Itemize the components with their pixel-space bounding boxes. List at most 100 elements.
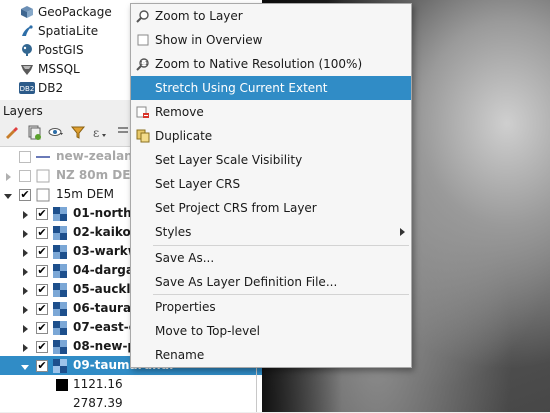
submenu-arrow-icon: [400, 228, 405, 236]
svg-text:1:1: 1:1: [140, 61, 148, 67]
group-icon: [36, 188, 50, 202]
collapse-arrow-icon[interactable]: [3, 190, 13, 200]
layer-checkbox[interactable]: ✔: [19, 189, 31, 201]
layer-label: 15m DEM: [56, 187, 114, 201]
menu-item-show-in-overview[interactable]: Show in Overview: [131, 28, 411, 52]
layer-checkbox[interactable]: ✔: [36, 303, 48, 315]
menu-item-set-project-crs[interactable]: Set Project CRS from Layer: [131, 196, 411, 220]
remove-icon: [136, 105, 150, 119]
db2-icon: DB2: [19, 80, 35, 96]
layer-checkbox[interactable]: ✔: [36, 322, 48, 334]
menu-item-duplicate[interactable]: Duplicate: [131, 124, 411, 148]
menu-item-label: Properties: [155, 300, 216, 314]
browser-item-label: DB2: [38, 81, 64, 95]
legend-value: 1121.16: [73, 377, 123, 391]
menu-item-remove[interactable]: Remove: [131, 100, 411, 124]
layer-label: 05-auckla: [73, 282, 139, 296]
geopackage-icon: [19, 4, 35, 20]
raster-layer-icon: [53, 321, 67, 335]
expand-arrow-icon[interactable]: [20, 342, 30, 352]
collapse-arrow-icon[interactable]: [20, 361, 30, 371]
expand-arrow-icon[interactable]: [20, 228, 30, 238]
menu-item-label: Save As Layer Definition File...: [155, 275, 338, 289]
raster-layer-icon: [53, 283, 67, 297]
layer-checkbox[interactable]: ✔: [36, 360, 48, 372]
browser-item-label: PostGIS: [38, 43, 84, 57]
layer-checkbox[interactable]: [19, 170, 31, 182]
layer-label: 03-warkw: [73, 244, 139, 258]
svg-text:ε: ε: [93, 126, 99, 140]
layers-panel-title: Layers: [3, 104, 43, 118]
menu-item-label: Duplicate: [155, 129, 213, 143]
expand-arrow-icon[interactable]: [20, 323, 30, 333]
raster-layer-icon: [53, 302, 67, 316]
raster-layer-icon: [53, 359, 67, 373]
menu-item-properties[interactable]: Properties: [131, 295, 411, 319]
menu-item-stretch-extent[interactable]: Stretch Using Current Extent: [131, 76, 411, 100]
expand-arrow-icon[interactable]: [20, 304, 30, 314]
expand-arrow-icon[interactable]: [20, 285, 30, 295]
style-manager-icon[interactable]: [4, 124, 20, 140]
layer-checkbox[interactable]: ✔: [36, 208, 48, 220]
expand-arrow-icon[interactable]: [20, 266, 30, 276]
layer-checkbox[interactable]: ✔: [36, 246, 48, 258]
menu-item-styles[interactable]: Styles: [131, 220, 411, 244]
svg-text:DB2: DB2: [20, 85, 35, 93]
menu-item-zoom-to-layer[interactable]: Zoom to Layer: [131, 4, 411, 28]
zoom-native-icon: 1:1: [136, 57, 150, 71]
menu-item-label: Set Layer Scale Visibility: [155, 153, 303, 167]
layer-checkbox[interactable]: ✔: [36, 284, 48, 296]
mssql-icon: [19, 61, 35, 77]
filter-icon[interactable]: [70, 124, 86, 140]
checkbox-icon: [136, 33, 150, 47]
menu-item-scale-visibility[interactable]: Set Layer Scale Visibility: [131, 148, 411, 172]
layer-checkbox[interactable]: ✔: [36, 341, 48, 353]
layer-label: 07-east-c: [73, 320, 136, 334]
legend-value: 2787.39: [73, 396, 123, 410]
menu-item-rename[interactable]: Rename: [131, 343, 411, 367]
expand-arrow-icon[interactable]: [20, 209, 30, 219]
visibility-icon[interactable]: [48, 124, 64, 140]
menu-item-label: Set Layer CRS: [155, 177, 241, 191]
menu-item-set-layer-crs[interactable]: Set Layer CRS: [131, 172, 411, 196]
menu-item-zoom-native[interactable]: 1:1 Zoom to Native Resolution (100%): [131, 52, 411, 76]
browser-item-label: GeoPackage: [38, 5, 112, 19]
menu-item-label: Set Project CRS from Layer: [155, 201, 317, 215]
menu-item-label: Show in Overview: [155, 33, 263, 47]
filter-expression-icon[interactable]: ε: [92, 124, 108, 140]
menu-item-label: Zoom to Layer: [155, 9, 243, 23]
legend-swatch: [56, 379, 68, 391]
raster-layer-icon: [53, 207, 67, 221]
line-layer-icon: [36, 150, 50, 164]
postgis-icon: [19, 42, 35, 58]
raster-layer-icon: [53, 340, 67, 354]
menu-item-label: Stretch Using Current Extent: [155, 81, 328, 95]
spatialite-icon: [19, 23, 35, 39]
legend-item: 2787.39: [0, 394, 262, 413]
browser-item-label: SpatiaLite: [38, 24, 99, 38]
browser-item-label: MSSQL: [38, 62, 80, 76]
layer-checkbox[interactable]: [19, 151, 31, 163]
menu-item-label: Save As...: [155, 251, 215, 265]
layer-label: 08-new-p: [73, 339, 137, 353]
layer-checkbox[interactable]: ✔: [36, 227, 48, 239]
zoom-layer-icon: [136, 9, 150, 23]
menu-item-save-layer-definition[interactable]: Save As Layer Definition File...: [131, 270, 411, 294]
expand-arrow-icon[interactable]: [20, 247, 30, 257]
menu-item-move-top-level[interactable]: Move to Top-level: [131, 319, 411, 343]
add-group-icon[interactable]: [26, 124, 42, 140]
raster-layer-icon: [53, 264, 67, 278]
menu-item-label: Rename: [155, 348, 205, 362]
menu-item-save-as[interactable]: Save As...: [131, 246, 411, 270]
layer-label: 01-north-: [73, 206, 137, 220]
menu-item-label: Remove: [155, 105, 204, 119]
group-icon: [36, 169, 50, 183]
expand-arrow-icon[interactable]: [3, 171, 13, 181]
layer-context-menu: Zoom to Layer Show in Overview 1:1 Zoom …: [130, 3, 412, 368]
menu-item-label: Zoom to Native Resolution (100%): [155, 57, 363, 71]
raster-layer-icon: [53, 245, 67, 259]
duplicate-icon: [136, 129, 150, 143]
menu-item-label: Styles: [155, 225, 192, 239]
layer-checkbox[interactable]: ✔: [36, 265, 48, 277]
layer-label: new-zealand: [56, 149, 142, 163]
